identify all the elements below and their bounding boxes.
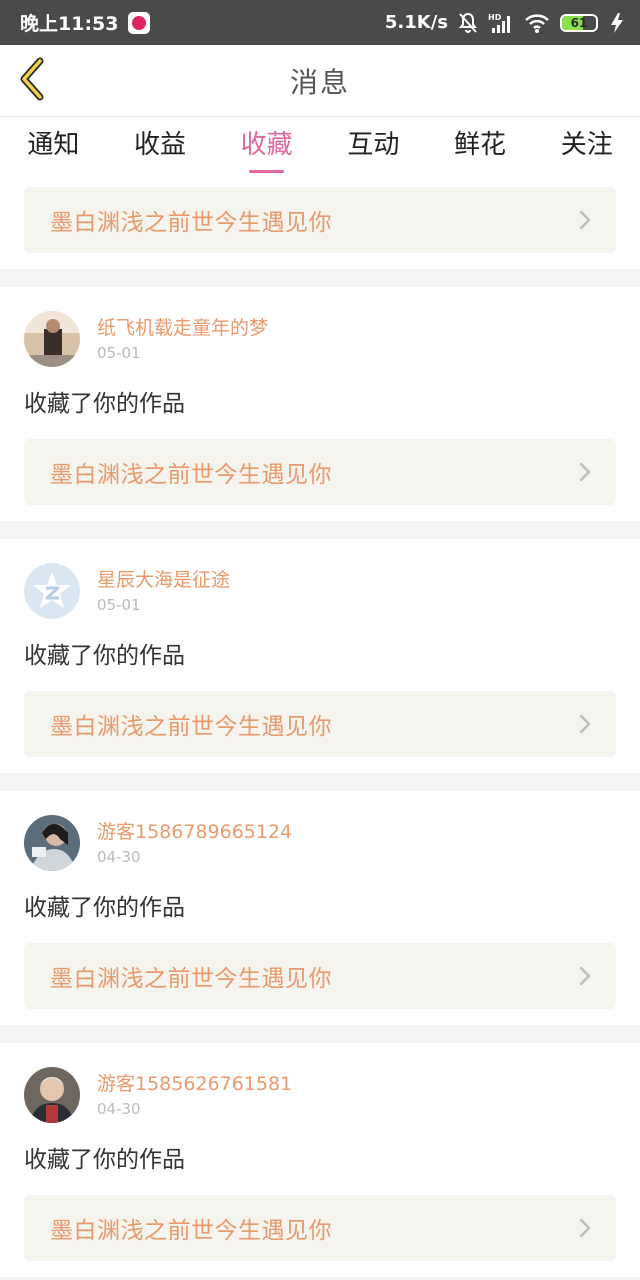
list-item: 纸飞机载走童年的梦 05-01 收藏了你的作品 墨白渊浅之前世今生遇见你 [0, 287, 640, 521]
message-date: 05-01 [97, 596, 141, 614]
user-row: 游客1586789665124 04-30 [24, 815, 616, 871]
message-feed: 墨白渊浅之前世今生遇见你 纸飞机载走童年的梦 05-01 收藏了你的作品 墨白渊… [0, 179, 640, 1280]
tab-interactions[interactable]: 互动 [320, 117, 427, 179]
tab-favorites[interactable]: 收藏 [213, 117, 320, 179]
user-name[interactable]: 游客1586789665124 [97, 818, 292, 846]
avatar[interactable] [24, 311, 80, 367]
chevron-right-icon [578, 461, 592, 483]
work-title: 墨白渊浅之前世今生遇见你 [50, 462, 332, 488]
user-row: 游客1585626761581 04-30 [24, 1067, 616, 1123]
chevron-right-icon [578, 713, 592, 735]
status-time: 晚上11:53 [20, 13, 119, 35]
divider [0, 773, 640, 791]
list-item: 墨白渊浅之前世今生遇见你 [0, 179, 640, 269]
work-link[interactable]: 墨白渊浅之前世今生遇见你 [24, 943, 616, 1009]
tab-earnings[interactable]: 收益 [107, 117, 214, 179]
work-title: 墨白渊浅之前世今生遇见你 [50, 714, 332, 740]
list-item: 星辰大海是征途 05-01 收藏了你的作品 墨白渊浅之前世今生遇见你 [0, 539, 640, 773]
action-text: 收藏了你的作品 [24, 643, 185, 669]
action-text: 收藏了你的作品 [24, 895, 185, 921]
list-item: 游客1586789665124 04-30 收藏了你的作品 墨白渊浅之前世今生遇… [0, 791, 640, 1025]
user-name[interactable]: 游客1585626761581 [97, 1070, 292, 1098]
tab-bar: 通知 收益 收藏 互动 鲜花 关注 [0, 117, 640, 179]
back-button[interactable] [12, 57, 52, 105]
page-title: 消息 [289, 65, 350, 99]
message-date: 04-30 [97, 1100, 141, 1118]
chevron-right-icon [578, 1217, 592, 1239]
user-meta: 星辰大海是征途 05-01 [97, 566, 230, 616]
work-title: 墨白渊浅之前世今生遇见你 [50, 966, 332, 992]
header: 消息 [0, 45, 640, 117]
divider [0, 521, 640, 539]
user-row: 纸飞机载走童年的梦 05-01 [24, 311, 616, 367]
avatar[interactable] [24, 815, 80, 871]
avatar[interactable] [24, 1067, 80, 1123]
action-text: 收藏了你的作品 [24, 391, 185, 417]
wifi-icon [524, 12, 550, 34]
user-name[interactable]: 纸飞机载走童年的梦 [97, 314, 268, 342]
divider [0, 1025, 640, 1043]
tab-notifications[interactable]: 通知 [0, 117, 107, 179]
tab-flowers[interactable]: 鲜花 [427, 117, 534, 179]
chevron-left-icon [16, 57, 48, 105]
status-right: 5.1K/s HD 61 [385, 12, 626, 34]
hd-signal-icon: HD [488, 12, 514, 34]
avatar[interactable] [24, 563, 80, 619]
message-date: 05-01 [97, 344, 141, 362]
battery-icon: 61 [560, 13, 598, 32]
app-notification-icon [128, 11, 151, 34]
work-link[interactable]: 墨白渊浅之前世今生遇见你 [24, 187, 616, 253]
mute-bell-icon [458, 12, 478, 34]
chevron-right-icon [578, 965, 592, 987]
work-link[interactable]: 墨白渊浅之前世今生遇见你 [24, 1195, 616, 1261]
user-name[interactable]: 星辰大海是征途 [97, 566, 230, 594]
svg-text:HD: HD [488, 13, 502, 22]
status-bar: 晚上11:53 5.1K/s HD 61 [0, 0, 640, 45]
work-link[interactable]: 墨白渊浅之前世今生遇见你 [24, 691, 616, 757]
charging-icon [608, 12, 626, 34]
work-title: 墨白渊浅之前世今生遇见你 [50, 1218, 332, 1244]
message-date: 04-30 [97, 848, 141, 866]
divider [0, 269, 640, 287]
tab-follows[interactable]: 关注 [533, 117, 640, 179]
action-text: 收藏了你的作品 [24, 1147, 185, 1173]
user-meta: 纸飞机载走童年的梦 05-01 [97, 314, 268, 364]
user-row: 星辰大海是征途 05-01 [24, 563, 616, 619]
status-left: 晚上11:53 [20, 9, 151, 36]
work-title: 墨白渊浅之前世今生遇见你 [50, 210, 332, 236]
battery-level: 61 [570, 15, 588, 30]
chevron-right-icon [578, 209, 592, 231]
list-item: 游客1585626761581 04-30 收藏了你的作品 墨白渊浅之前世今生遇… [0, 1043, 640, 1277]
work-link[interactable]: 墨白渊浅之前世今生遇见你 [24, 439, 616, 505]
network-speed: 5.1K/s [384, 12, 448, 33]
user-meta: 游客1585626761581 04-30 [97, 1070, 292, 1120]
user-meta: 游客1586789665124 04-30 [97, 818, 292, 868]
